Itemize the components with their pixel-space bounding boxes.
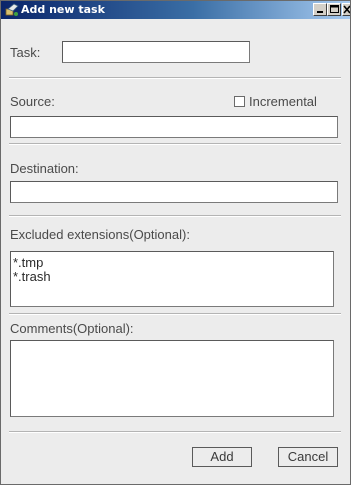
comments-label: Comments(Optional): [10, 321, 134, 336]
destination-label: Destination: [10, 161, 79, 176]
close-icon [343, 5, 350, 14]
separator [9, 77, 341, 79]
incremental-label[interactable]: Incremental [249, 94, 317, 110]
source-label: Source: [10, 94, 55, 109]
maximize-icon [330, 5, 339, 13]
close-button[interactable] [342, 3, 350, 16]
window-title: Add new task [21, 3, 105, 16]
app-icon [5, 3, 19, 17]
destination-input[interactable] [10, 181, 338, 203]
title-bar[interactable]: Add new task [1, 1, 350, 19]
excluded-extensions-label: Excluded extensions(Optional): [10, 227, 190, 242]
separator [9, 313, 341, 315]
task-input[interactable] [62, 41, 250, 63]
add-button[interactable]: Add [192, 447, 252, 467]
maximize-button[interactable] [327, 3, 341, 16]
excluded-extensions-textarea[interactable] [10, 251, 334, 307]
add-task-window: Add new task Task: Source: Incremental D… [0, 0, 351, 485]
source-input[interactable] [10, 116, 338, 138]
separator [9, 143, 341, 145]
cancel-button[interactable]: Cancel [278, 447, 338, 467]
minimize-icon [317, 11, 323, 13]
incremental-checkbox[interactable] [234, 96, 245, 107]
minimize-button[interactable] [313, 3, 327, 16]
separator [9, 431, 341, 433]
comments-textarea[interactable] [10, 340, 334, 417]
separator [9, 215, 341, 217]
task-label: Task: [10, 45, 41, 60]
